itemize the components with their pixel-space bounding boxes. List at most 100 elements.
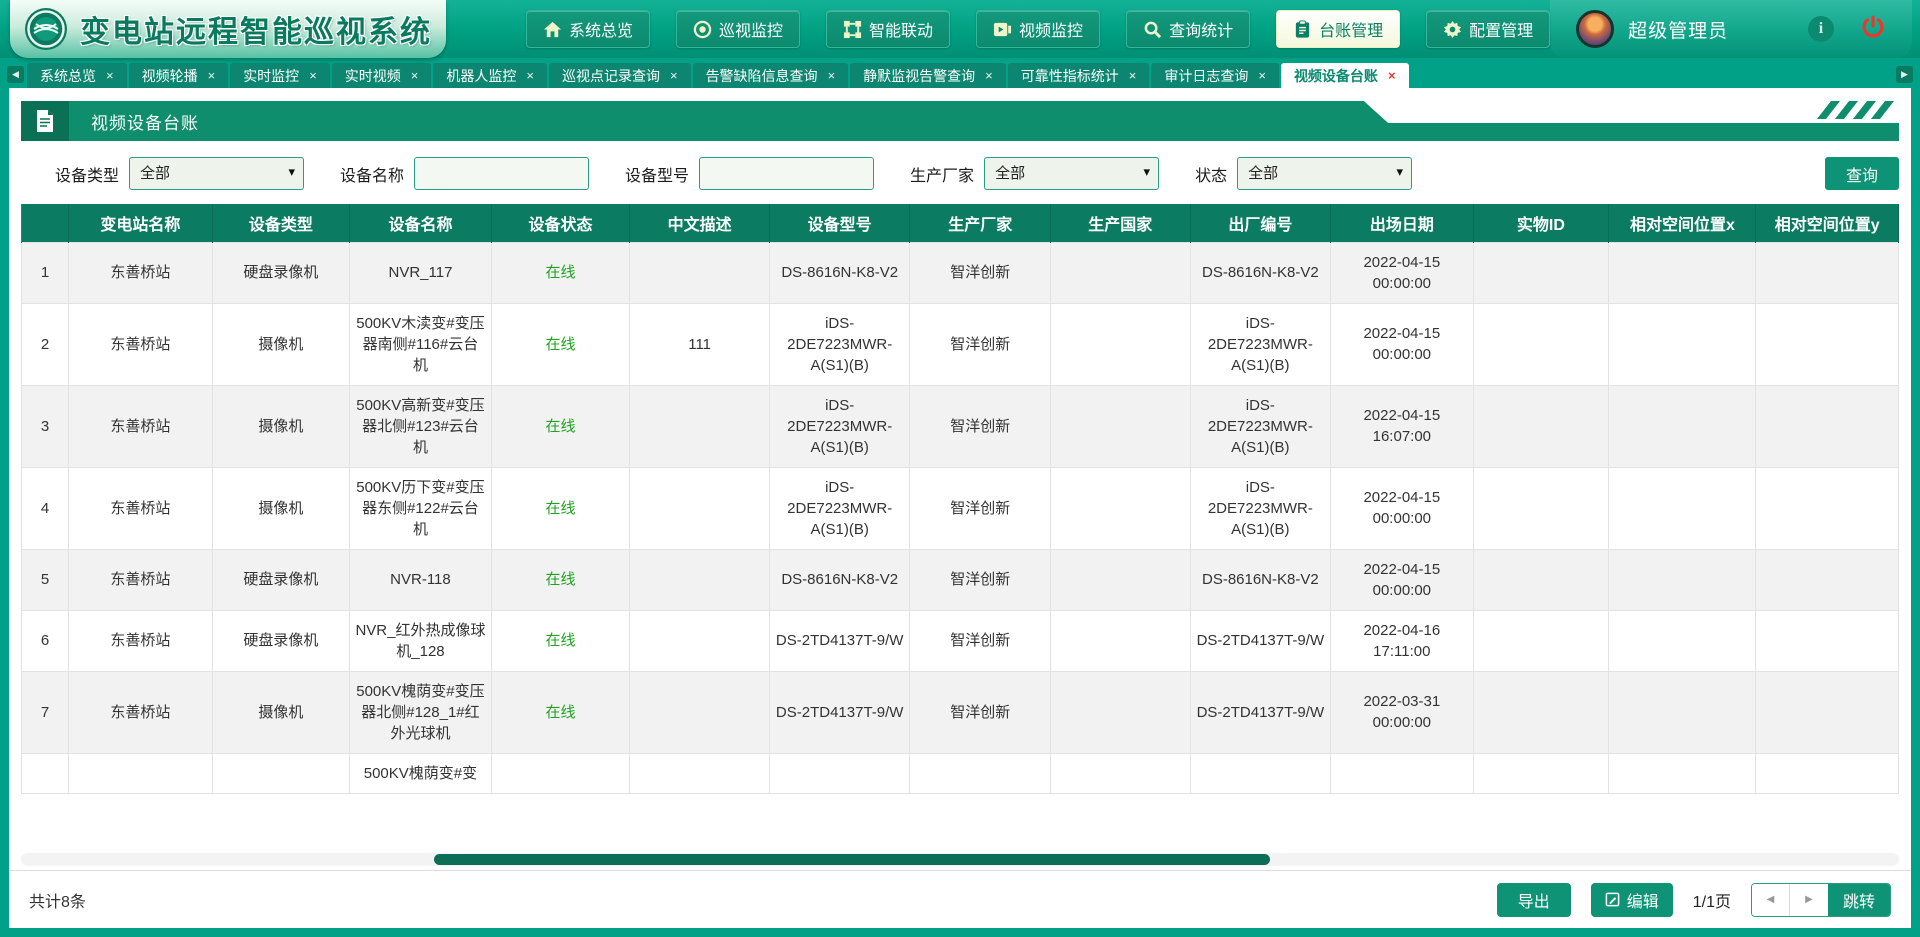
tab-close-icon[interactable]: × [828,68,836,83]
tab-close-icon[interactable]: × [985,68,993,83]
edit-label: 编辑 [1627,888,1659,912]
tab-label: 实时视频 [345,66,401,86]
nav-patrol-monitor[interactable]: 巡视监控 [676,10,800,48]
footer-bar: 共计8条 导出 编辑 1/1页 ◀ ▶ 跳转 [9,870,1911,928]
table-row: 500KV槐荫变#变 [22,753,1899,793]
table-body: 1东善桥站硬盘录像机NVR_117在线DS-8616N-K8-V2智洋创新DS-… [22,242,1899,793]
device-type-label: 设备类型 [55,162,119,186]
tab-close-icon[interactable]: × [1388,68,1396,83]
column-header: 中文描述 [630,204,770,242]
nav-label: 系统总览 [569,17,633,41]
tab-item[interactable]: 视频轮播× [129,63,229,88]
home-icon [543,20,562,39]
cell-posy [1756,671,1899,753]
cell-no: 2 [22,303,69,385]
logout-power-icon[interactable] [1860,14,1886,45]
tab-item[interactable]: 可靠性指标统计× [1008,63,1150,88]
nav-system-overview[interactable]: 系统总览 [526,10,650,48]
cell-posy [1756,303,1899,385]
cell-type: 硬盘录像机 [212,242,350,303]
tab-item[interactable]: 机器人监控 × [433,63,547,88]
tab-close-icon[interactable]: × [670,68,678,83]
nav-label: 视频监控 [1019,17,1083,41]
tab-item[interactable]: 实时视频 × [332,63,432,88]
prev-page-button[interactable]: ◀ [1752,884,1790,916]
cell-country [1050,303,1190,385]
cell-posx [1609,610,1756,671]
edit-button[interactable]: 编辑 [1591,883,1673,917]
cell-no: 4 [22,467,69,549]
cell-pid [1473,610,1609,671]
logo-panel: 变电站远程智能巡视系统 [10,0,446,58]
cell-serial: iDS-2DE7223MWR-A(S1)(B) [1190,385,1331,467]
tab-close-icon[interactable]: × [1258,68,1266,83]
status-select[interactable]: 全部 [1237,157,1412,190]
table-row: 5东善桥站硬盘录像机NVR-118在线DS-8616N-K8-V2智洋创新DS-… [22,549,1899,610]
cell-posx [1609,385,1756,467]
vendor-label: 生产厂家 [910,162,974,186]
cell-status: 在线 [491,671,630,753]
cell-pid [1473,671,1609,753]
tab-item[interactable]: 系统总览× [27,63,127,88]
device-type-select[interactable]: 全部 [129,157,304,190]
export-button[interactable]: 导出 [1497,883,1571,917]
cell-type: 硬盘录像机 [212,610,350,671]
query-button[interactable]: 查询 [1825,157,1899,190]
column-header: 生产厂家 [910,204,1051,242]
cell-serial [1190,753,1331,793]
table-row: 6东善桥站硬盘录像机NVR_红外热成像球机_128在线DS-2TD4137T-9… [22,610,1899,671]
next-page-button[interactable]: ▶ [1790,884,1828,916]
tab-item[interactable]: 静默监视告警查询× [850,63,1006,88]
cell-vendor: 智洋创新 [910,549,1051,610]
nav-video-monitor[interactable]: 视频监控 [976,10,1100,48]
column-header: 出厂编号 [1190,204,1331,242]
tab-close-icon[interactable]: × [208,68,216,83]
cell-no: 5 [22,549,69,610]
vendor-select[interactable]: 全部 [984,157,1159,190]
tab-close-icon[interactable]: × [1129,68,1137,83]
tab-close-icon[interactable]: × [411,68,419,83]
nav-ledger-management[interactable]: 台账管理 [1276,10,1400,48]
nav-config-management[interactable]: 配置管理 [1426,10,1550,48]
column-header: 变电站名称 [69,204,212,242]
cell-name: NVR_红外热成像球机_128 [350,610,491,671]
tab-item[interactable]: 审计日志查询× [1151,63,1279,88]
scrollbar-thumb[interactable] [434,854,1270,865]
edit-pencil-icon [1605,892,1620,907]
nav-query-stats[interactable]: 查询统计 [1126,10,1250,48]
tab-close-icon[interactable]: × [309,68,317,83]
cell-posx [1609,242,1756,303]
jump-button[interactable]: 跳转 [1828,884,1890,916]
nav-smart-linkage[interactable]: 智能联动 [826,10,950,48]
user-panel: 超级管理员 i [1550,0,1912,58]
tab-scroll-right-icon[interactable]: ▶ [1896,66,1913,83]
gear-icon [1443,20,1462,39]
cell-model: DS-8616N-K8-V2 [769,549,910,610]
column-header [22,204,69,242]
tab-close-icon[interactable]: × [106,68,114,83]
cell-station: 东善桥站 [69,303,212,385]
cell-posy [1756,753,1899,793]
tab-item[interactable]: 告警缺陷信息查询× [693,63,849,88]
device-model-label: 设备型号 [625,162,689,186]
cell-vendor: 智洋创新 [910,610,1051,671]
tab-label: 机器人监控 [446,66,516,86]
info-icon[interactable]: i [1808,16,1834,42]
link-grid-icon [843,20,862,39]
cell-model: DS-2TD4137T-9/W [769,671,910,753]
tab-item[interactable]: 实时监控× [230,63,330,88]
eye-icon [693,20,712,39]
device-name-input[interactable] [414,157,589,190]
tab-close-icon[interactable]: × [526,68,534,83]
nav-label: 巡视监控 [719,17,783,41]
table-row: 2东善桥站摄像机500KV木渎变#变压器南侧#116#云台机在线111iDS-2… [22,303,1899,385]
device-model-input[interactable] [699,157,874,190]
tab-item[interactable]: 视频设备台账× [1281,63,1409,88]
cell-pid [1473,385,1609,467]
pager: ◀ ▶ 跳转 [1751,883,1891,917]
avatar[interactable] [1576,10,1614,48]
cell-status: 在线 [491,303,630,385]
tab-item[interactable]: 巡视点记录查询× [549,63,691,88]
column-header: 设备型号 [769,204,910,242]
tab-scroll-left-icon[interactable]: ◀ [7,66,24,83]
